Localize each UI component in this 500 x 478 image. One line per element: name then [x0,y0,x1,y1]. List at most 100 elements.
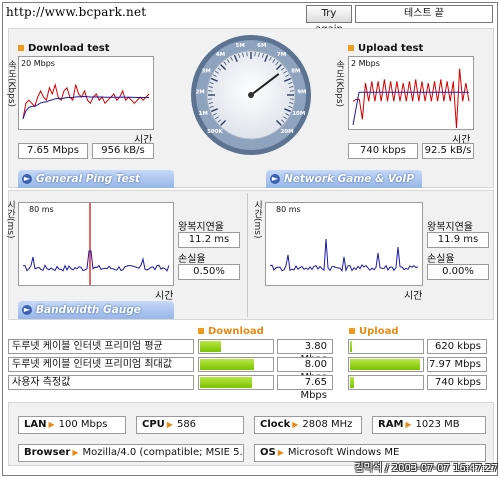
upload-level-bar [348,357,424,372]
bandwidth-row-label: 두루넷 케이블 인터넷 프리미엄 최대값 [8,357,194,372]
gauge-label: 5M [236,43,245,49]
download-level-fill [200,377,253,388]
tab-label: Bandwidth Gauge [36,304,141,316]
download-mbps-value: 7.65 Mbps [18,143,88,159]
try-again-button[interactable]: Try again [306,5,352,35]
download-level-value: 8.00 Mbps [277,357,333,383]
clock-label: Clock [260,419,291,430]
download-kbs-value: 956 kB/s [92,143,154,159]
ping-line [22,250,170,272]
cpu-value: 586 [176,419,197,430]
ping-rtt-value: 11.2 ms [178,232,240,248]
download-average-line [22,95,149,119]
status-box: 테스트 끝 [355,5,493,23]
gauge-label: 3M [202,69,211,75]
ping-rtt-label: 왕복지연율 [178,222,224,233]
upload-graph: 2 Mbps [348,56,474,130]
arrow-right-icon: ▶ [166,420,173,429]
download-level-bar [198,375,274,390]
bullet-icon [18,45,24,51]
game-graph-svg [269,238,419,273]
gauge-label: 500K [207,129,223,135]
game-y-label: 시간(ms) [252,200,262,239]
upload-title-text: Upload test [358,43,424,54]
ram-info: RAM ▶ 1023 MB [372,416,486,434]
bandwidth-download-header: Download [198,326,264,337]
arrow-right-icon: ▶ [48,420,55,429]
gauge-label: 2M [195,89,204,95]
arrow-right-icon: ► [22,174,32,184]
speed-gauge: 500K 1M 2M 3M 4M 5M 6M 7M 8M 9M 10M 20M [191,35,311,155]
panel-divider [247,193,248,317]
upload-average-line [352,91,469,126]
download-level-bar [198,357,274,372]
download-graph: 20 Mbps [18,56,154,130]
game-loss-label: 손실율 [427,254,455,265]
ping-graph-svg [22,203,170,285]
upload-level-fill [350,359,420,370]
upload-level-bar [348,339,424,354]
site-url[interactable]: http://www.bcpark.net [6,5,146,19]
gauge-label: 20M [280,129,293,135]
upload-scale: 2 Mbps [351,59,380,68]
gauge-label: 9M [297,89,306,95]
download-title-text: Download test [28,43,110,54]
upload-level-value: 740 kbps [427,375,487,390]
tab-general-ping-test[interactable]: ► General Ping Test [18,170,174,188]
game-scale: 80 ms [276,205,301,214]
gauge-label: 10M [292,111,305,117]
game-line [269,238,419,273]
lan-value: 100 Mbps [58,419,108,430]
ram-label: RAM [378,419,404,430]
game-x-label: 시간 [404,291,423,302]
ping-scale: 80 ms [29,205,54,214]
upload-level-value: 620 kbps [427,339,487,354]
signature-watermark: 김익석 / 2003-07-07 16:47:27 [354,463,498,474]
gauge-hub [248,92,254,98]
arrow-right-icon: ▶ [292,420,299,429]
upload-level-value: 7.97 Mbps [427,357,487,372]
ping-y-label: 시간(ms) [5,200,15,239]
lan-label: LAN [24,419,47,430]
bandwidth-row-label: 두루넷 케이블 인터넷 프리미엄 평균 [8,339,194,354]
arrow-right-icon: ▶ [72,448,79,457]
ram-value: 1023 MB [415,419,460,430]
download-level-value: 7.65 Mbps [277,375,333,401]
os-label: OS [260,447,276,458]
browser-label: Browser [24,447,71,458]
download-y-label: 속도(Kbps) [6,60,16,108]
clock-value: 2808 MHz [302,419,353,430]
download-level-fill [200,359,255,370]
upload-line [352,68,470,129]
upload-y-label: 속도(Kbps) [334,60,344,108]
game-graph: 80 ms [265,202,423,286]
upload-kbs-value: 92.5 kB/s [422,143,474,159]
cpu-label: CPU [142,419,165,430]
download-title: Download test [18,43,110,54]
ping-loss-label: 손실율 [178,254,206,265]
cpu-info: CPU ▶ 586 [136,416,244,434]
header-text: Upload [359,326,399,337]
arrow-right-icon: ▶ [405,420,412,429]
upload-level-fill [350,341,353,352]
os-value: Microsoft Windows ME [287,447,400,458]
download-scale: 20 Mbps [21,59,55,68]
tab-label: General Ping Test [36,173,140,185]
gauge-label: 8M [291,69,300,75]
gauge-label: 1M [199,111,208,117]
bandwidth-row-label: 사용자 측정값 [8,375,194,390]
upload-level-fill [350,377,354,388]
download-level-fill [200,341,221,352]
tab-bandwidth-gauge[interactable]: ► Bandwidth Gauge [18,301,174,319]
gauge-label: 4M [216,52,225,58]
tab-network-game-voip-test[interactable]: ►Network Game & VoIP Test [266,170,422,203]
upload-kbps-value: 740 kbps [348,143,418,159]
bandwidth-upload-header: Upload [349,326,398,337]
arrow-right-icon: ► [270,174,280,184]
lan-info: LAN ▶ 100 Mbps [18,416,126,434]
ping-loss-value: 0.50% [178,264,240,280]
clock-info: Clock ▶ 2808 MHz [254,416,362,434]
browser-value: Mozilla/4.0 (compatible; MSIE 5.5 [82,447,244,458]
browser-info: Browser ▶ Mozilla/4.0 (compatible; MSIE 5.… [18,444,244,462]
arrow-right-icon: ▶ [277,448,284,457]
